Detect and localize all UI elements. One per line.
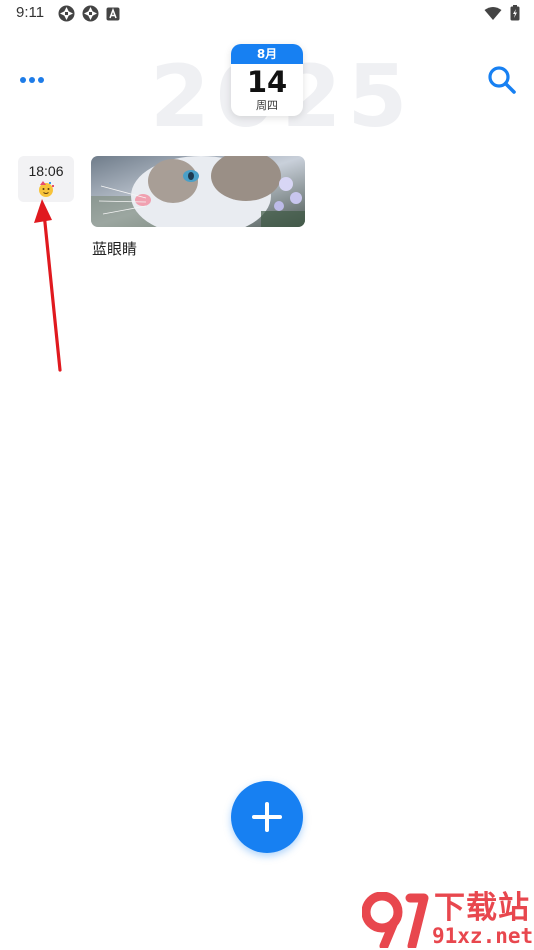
add-entry-button[interactable]: [231, 781, 303, 853]
watermark-line1: 下载站: [434, 890, 530, 926]
dot-icon: [38, 77, 44, 83]
calendar-month: 8月: [231, 44, 303, 64]
status-bar: 9:11: [0, 0, 534, 30]
status-time: 9:11: [16, 4, 45, 21]
aperture-icon: [82, 5, 99, 22]
entry-time: 18:06: [28, 163, 64, 179]
wifi-icon: [484, 6, 502, 20]
calendar-day: 14: [246, 65, 288, 99]
watermark-line2: 91xz.net: [432, 924, 534, 948]
dot-icon: [29, 77, 35, 83]
aperture-icon: [58, 5, 75, 22]
watermark-logo-icon: [362, 892, 429, 948]
search-button[interactable]: [482, 62, 522, 98]
annotation-arrow-icon: [34, 199, 62, 372]
battery-charging-icon: [510, 5, 520, 21]
more-menu-button[interactable]: [14, 66, 50, 94]
cat-photo-image: [91, 156, 305, 227]
entry-title[interactable]: 蓝眼睛: [92, 238, 137, 259]
calendar-weekday: 周四: [256, 99, 278, 112]
site-watermark: 下载站 91xz.net: [362, 890, 534, 950]
plus-icon: [252, 802, 282, 832]
dot-icon: [20, 77, 26, 83]
search-icon: [488, 66, 516, 94]
entry-photo[interactable]: [91, 156, 305, 227]
font-a-icon: [106, 7, 120, 20]
calendar-date-button[interactable]: 8月 14 周四: [231, 44, 303, 116]
